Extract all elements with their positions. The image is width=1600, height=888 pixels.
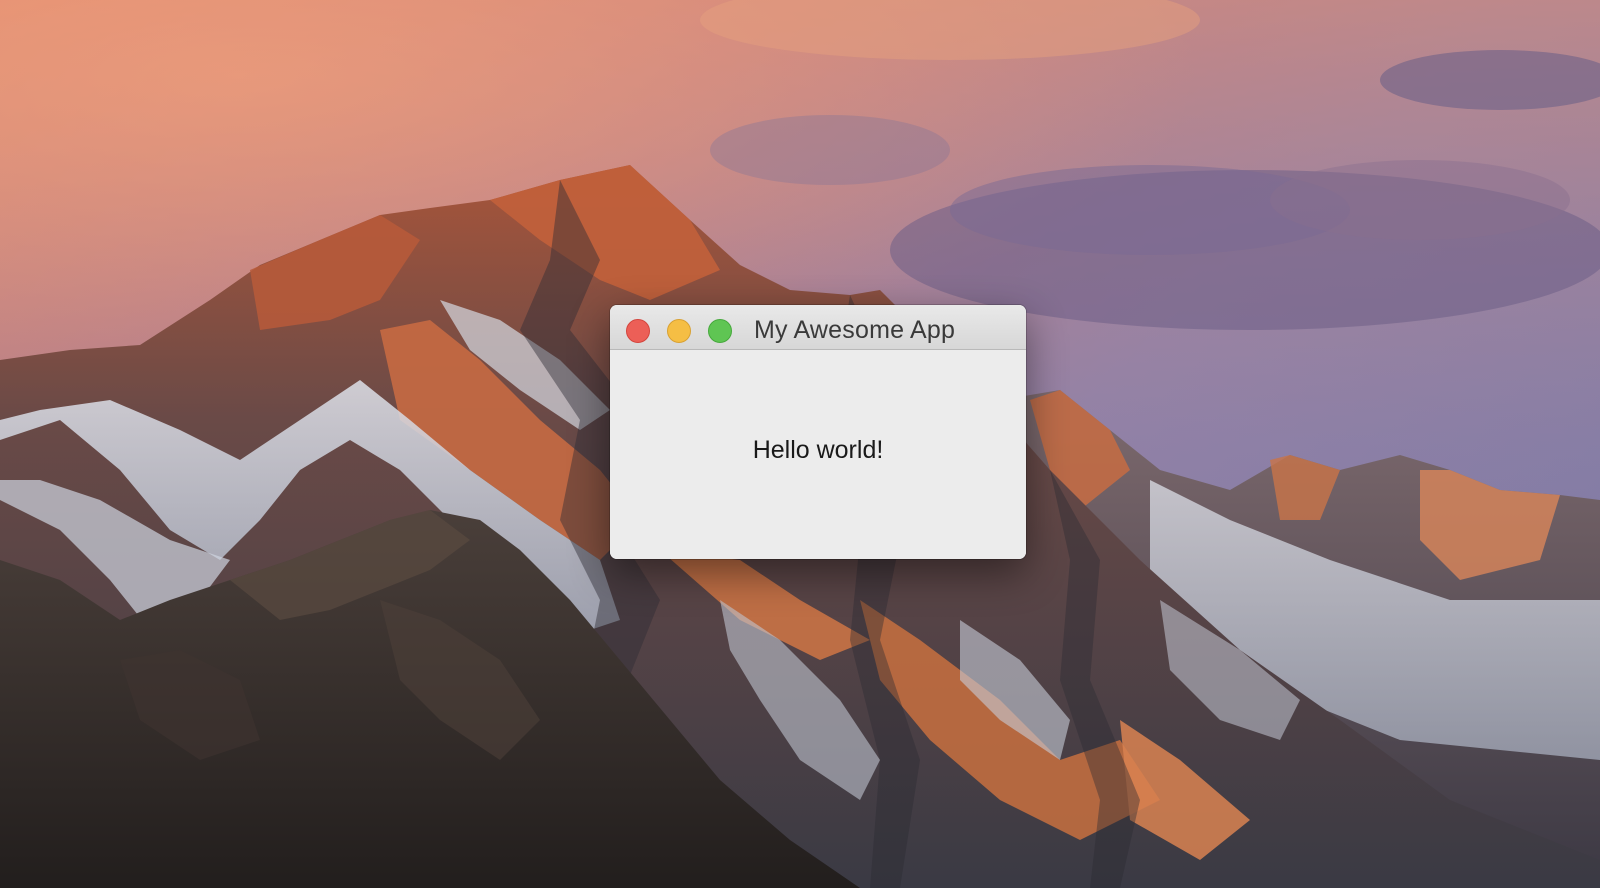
close-button[interactable]: [626, 319, 650, 343]
hello-text: Hello world!: [752, 436, 884, 464]
app-window: My Awesome App Hello world!: [610, 305, 1026, 559]
window-title: My Awesome App: [754, 316, 956, 344]
minimize-button[interactable]: [667, 319, 691, 343]
zoom-button[interactable]: [708, 319, 732, 343]
window-content: Hello world!: [610, 350, 1026, 559]
window-titlebar[interactable]: My Awesome App: [610, 305, 1026, 350]
desktop: My Awesome App Hello world!: [0, 0, 1600, 888]
